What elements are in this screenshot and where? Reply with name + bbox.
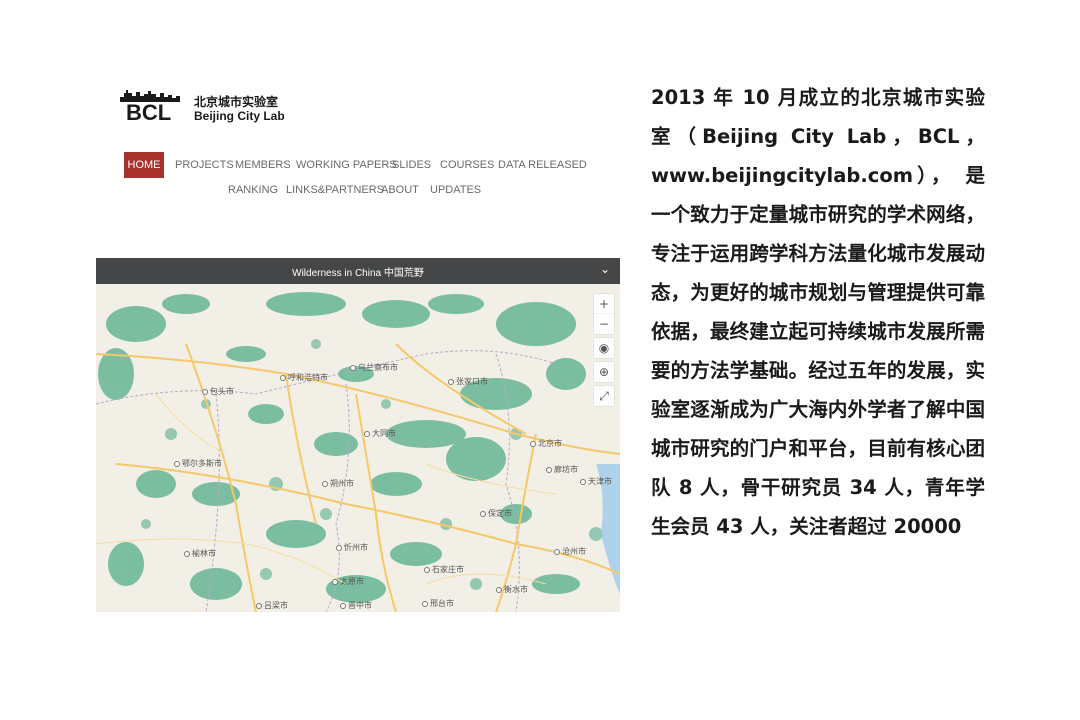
chevron-down-icon[interactable]: ⌄ [600,262,614,278]
nav-ranking[interactable]: RANKING [228,184,278,196]
city-label: 太原市 [332,576,364,587]
globe-icon[interactable]: ⊕ [594,362,614,382]
logo-name-cn: 北京城市实验室 [194,95,279,109]
bcl-logo[interactable]: BCL 北京城市实验室 Beijing City Lab [120,88,320,128]
city-label: 呼和浩特市 [280,372,328,383]
nav-members[interactable]: MEMBERS [235,159,291,171]
city-label: 忻州市 [336,542,368,553]
nav-slides[interactable]: SLIDES [392,159,431,171]
zoom-out-icon[interactable]: − [594,314,614,334]
city-label: 包头市 [202,386,234,397]
nav-updates[interactable]: UPDATES [430,184,481,196]
city-label: 廊坊市 [546,464,578,475]
nav-links-partners[interactable]: LINKS&PARTNERS [286,184,384,196]
logo-abbr: BCL [126,100,172,125]
city-label: 邢台市 [422,598,454,609]
city-label: 晋中市 [340,600,372,611]
city-label: 衡水市 [496,584,528,595]
zoom-in-icon[interactable]: + [594,294,614,314]
city-label: 大同市 [364,428,396,439]
nav-about[interactable]: ABOUT [381,184,419,196]
city-label: 石家庄市 [424,564,464,575]
nav-courses[interactable]: COURSES [440,159,494,171]
city-label: 乌兰察布市 [350,362,398,373]
map-title: Wilderness in China 中国荒野 [292,267,424,279]
nav-data-released[interactable]: DATA RELEASED [498,159,587,171]
city-label: 张家口市 [448,376,488,387]
nav-working-papers[interactable]: WORKING PAPERS [296,159,397,171]
locate-icon[interactable]: ◉ [594,338,614,358]
city-label: 沧州市 [554,546,586,557]
city-label: 保定市 [480,508,512,519]
logo-name-en: Beijing City Lab [194,109,285,123]
city-label: 吕梁市 [256,600,288,611]
nav-projects[interactable]: PROJECTS [175,159,234,171]
wilderness-map[interactable]: Wilderness in China 中国荒野 ⌄ + − ◉ ⊕ ⤢ 包头市… [96,258,620,612]
city-label: 榆林市 [184,548,216,559]
city-label: 鄂尔多斯市 [174,458,222,469]
city-label: 朔州市 [322,478,354,489]
fullscreen-icon[interactable]: ⤢ [594,386,614,406]
city-label: 天津市 [580,476,612,487]
intro-paragraph: 2013 年 10 月成立的北京城市实验室（Beijing City Lab，B… [651,86,985,538]
map-title-bar: Wilderness in China 中国荒野 [96,258,620,284]
city-label: 北京市 [530,438,562,449]
